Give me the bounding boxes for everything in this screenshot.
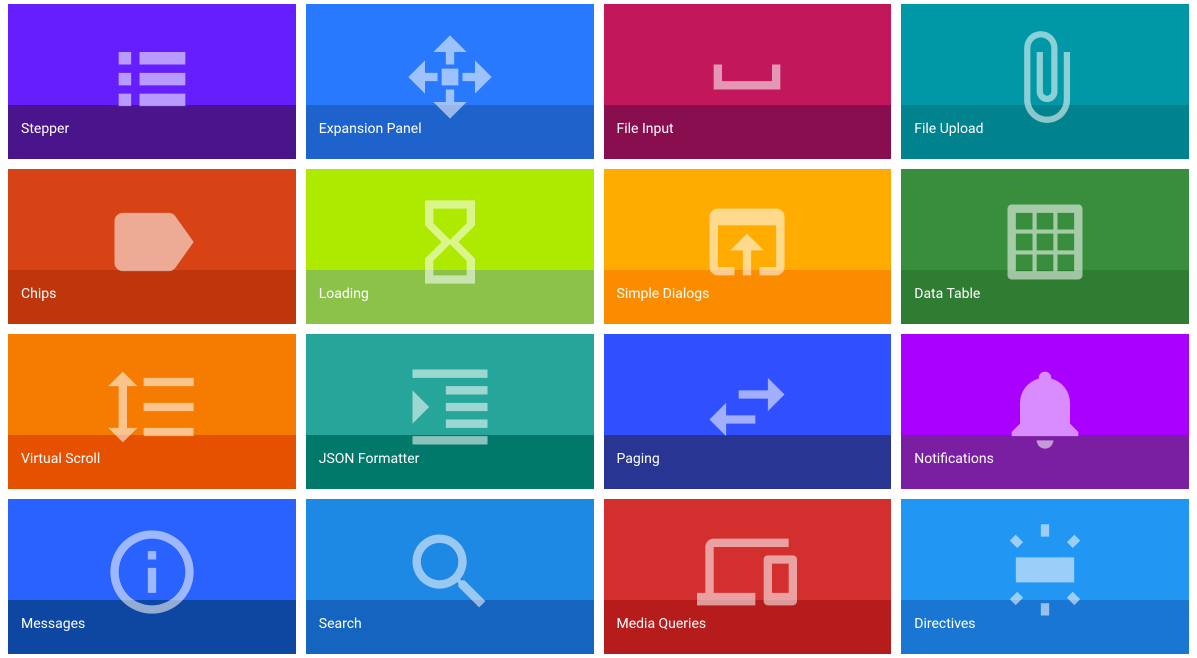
devices-icon [697, 522, 797, 622]
attachment-icon [995, 27, 1095, 127]
card-loading[interactable]: Loading [306, 169, 594, 324]
card-label: File Input [617, 121, 674, 137]
card-file-upload[interactable]: File Upload [901, 4, 1189, 159]
card-label: Stepper [21, 121, 69, 137]
card-label: Notifications [914, 451, 994, 467]
card-label: Data Table [914, 286, 980, 302]
card-label: Simple Dialogs [617, 286, 710, 302]
card-label: Media Queries [617, 616, 707, 632]
open-in-browser-icon [697, 192, 797, 292]
card-file-input[interactable]: File Input [604, 4, 892, 159]
expand-icon [400, 27, 500, 127]
card-label: File Upload [914, 121, 983, 137]
info-icon [102, 522, 202, 622]
search-icon [400, 522, 500, 622]
card-label: Paging [617, 451, 660, 467]
bell-icon [995, 357, 1095, 457]
card-label: Virtual Scroll [21, 451, 100, 467]
space-bar-icon [697, 27, 797, 127]
card-label: Directives [914, 616, 975, 632]
card-stepper[interactable]: Stepper [8, 4, 296, 159]
card-label: Loading [319, 286, 369, 302]
list-icon [102, 27, 202, 127]
card-label: Search [319, 616, 362, 632]
hourglass-icon [400, 192, 500, 292]
card-expansion-panel[interactable]: Expansion Panel [306, 4, 594, 159]
card-label: JSON Formatter [319, 451, 420, 467]
card-virtual-scroll[interactable]: Virtual Scroll [8, 334, 296, 489]
card-directives[interactable]: Directives [901, 499, 1189, 654]
indent-icon [400, 357, 500, 457]
card-data-table[interactable]: Data Table [901, 169, 1189, 324]
card-label: Chips [21, 286, 56, 302]
card-media-queries[interactable]: Media Queries [604, 499, 892, 654]
line-spacing-icon [102, 357, 202, 457]
wb-iridescent-icon [995, 522, 1095, 622]
component-grid: Stepper Expansion Panel File Input File … [8, 4, 1189, 654]
card-simple-dialogs[interactable]: Simple Dialogs [604, 169, 892, 324]
card-chips[interactable]: Chips [8, 169, 296, 324]
card-label: Expansion Panel [319, 121, 422, 137]
swap-horiz-icon [697, 357, 797, 457]
card-messages[interactable]: Messages [8, 499, 296, 654]
card-label: Messages [21, 616, 85, 632]
card-json-formatter[interactable]: JSON Formatter [306, 334, 594, 489]
card-notifications[interactable]: Notifications [901, 334, 1189, 489]
card-search[interactable]: Search [306, 499, 594, 654]
grid-icon [995, 192, 1095, 292]
label-icon [102, 192, 202, 292]
card-paging[interactable]: Paging [604, 334, 892, 489]
